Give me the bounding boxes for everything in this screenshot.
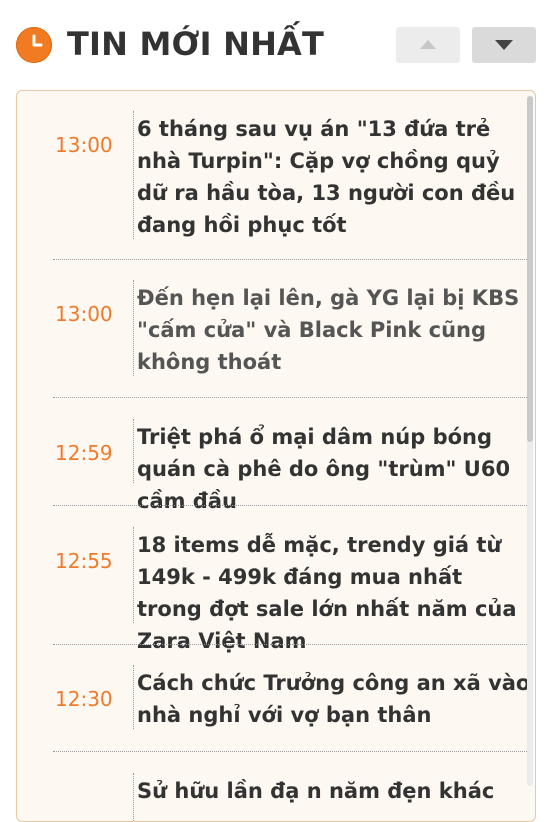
news-headline[interactable]: Cách chức Trưởng công an xã vào nhà nghỉ… — [137, 667, 533, 731]
news-item[interactable]: 13:00 6 tháng sau vụ án "13 đứa trẻ nhà … — [33, 111, 533, 261]
item-separator — [53, 505, 533, 506]
item-separator — [53, 751, 533, 752]
news-item[interactable]: 12:55 18 items dễ mặc, trendy giá từ 149… — [33, 527, 533, 653]
time-divider — [133, 280, 134, 376]
news-headline[interactable]: 18 items dễ mặc, trendy giá từ 149k - 49… — [137, 529, 533, 657]
news-item[interactable]: Sử hữu lần đạ n năm đẹn khác — [33, 773, 533, 821]
time-divider — [133, 419, 134, 483]
item-separator — [53, 644, 533, 645]
news-item[interactable]: 12:30 Cách chức Trưởng công an xã vào nh… — [33, 665, 533, 755]
news-time: 13:00 — [55, 302, 113, 326]
scrollbar[interactable] — [525, 96, 534, 786]
news-item[interactable]: 12:59 Triệt phá ổ mại dâm núp bóng quán … — [33, 419, 533, 513]
item-separator — [53, 397, 533, 398]
item-separator — [53, 259, 533, 260]
scrollbar-thumb[interactable] — [527, 96, 533, 442]
time-divider — [133, 111, 134, 239]
news-headline[interactable]: Sử hữu lần đạ n năm đẹn khác — [137, 775, 533, 807]
time-divider — [133, 527, 134, 623]
news-headline[interactable]: 6 tháng sau vụ án "13 đứa trẻ nhà Turpin… — [137, 113, 527, 241]
news-time: 13:00 — [55, 133, 113, 157]
chevron-down-icon — [495, 40, 513, 50]
news-headline[interactable]: Triệt phá ổ mại dâm núp bóng quán cà phê… — [137, 421, 533, 517]
news-list-panel: 13:00 6 tháng sau vụ án "13 đứa trẻ nhà … — [16, 90, 536, 822]
scroll-up-button[interactable] — [396, 27, 460, 63]
time-divider — [133, 665, 134, 729]
time-divider — [133, 773, 134, 821]
chevron-up-icon — [420, 40, 436, 49]
news-headline[interactable]: Đến hẹn lại lên, gà YG lại bị KBS "cấm c… — [137, 282, 533, 378]
section-title: TIN MỚI NHẤT — [67, 25, 325, 63]
clock-icon — [16, 27, 52, 63]
news-time: 12:30 — [55, 687, 113, 711]
news-item[interactable]: 13:00 Đến hẹn lại lên, gà YG lại bị KBS … — [33, 280, 533, 398]
news-time: 12:59 — [55, 441, 113, 465]
scroll-down-button[interactable] — [472, 27, 536, 63]
news-header: TIN MỚI NHẤT — [0, 0, 552, 88]
news-time: 12:55 — [55, 549, 113, 573]
